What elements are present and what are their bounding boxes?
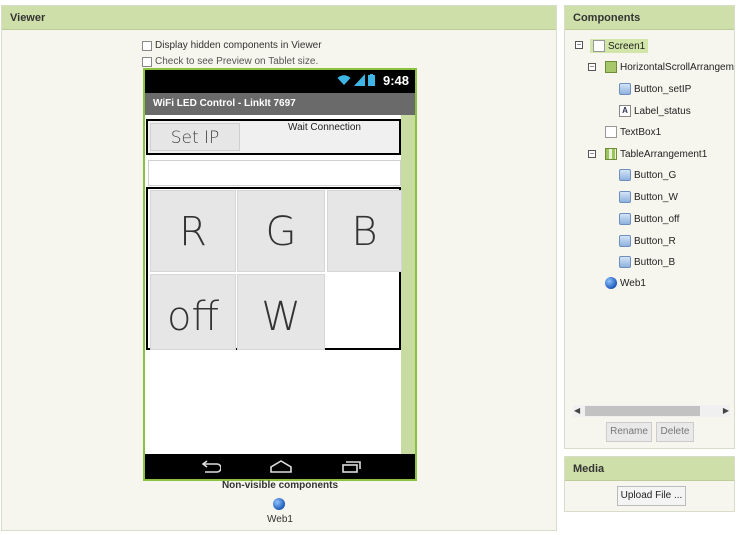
scrollbar-thumb[interactable] (585, 406, 700, 416)
tablet-preview-checkbox[interactable] (142, 56, 152, 67)
tree-item-button-g[interactable]: Button_G (619, 169, 676, 181)
button-w[interactable]: W (237, 274, 325, 350)
tree-item-horizontal-scroll-arrangement[interactable]: HorizontalScrollArrangem (605, 61, 734, 73)
tree-item-table-arrangement1[interactable]: TableArrangement1 (605, 148, 707, 160)
button-icon (619, 256, 631, 268)
recent-apps-icon (342, 461, 361, 473)
viewer-header: Viewer (2, 6, 556, 30)
hidden-components-checkbox[interactable] (142, 40, 152, 51)
tree-item-button-setip[interactable]: Button_setIP (619, 83, 691, 95)
tree-label: Label_status (634, 105, 691, 117)
tablet-preview-label: Check to see Preview on Tablet size. (155, 56, 319, 67)
signal-icon (354, 74, 365, 86)
label-icon: A (619, 105, 631, 117)
tree-label: Button_setIP (634, 83, 692, 95)
tree-label: Screen1 (608, 40, 646, 52)
nonvisible-item-web1: Web1 (267, 514, 293, 525)
tree-label: Button_B (634, 256, 676, 268)
tree-item-label-status[interactable]: A Label_status (619, 105, 691, 117)
collapse-table-toggle[interactable]: − (588, 150, 596, 158)
viewer-panel: Viewer Display hidden components in View… (1, 5, 557, 531)
status-label: Wait Connection (288, 122, 361, 133)
tree-label: TableArrangement1 (620, 148, 708, 160)
navigation-bar (145, 454, 415, 479)
tree-label: Button_off (634, 213, 680, 225)
screen-canvas: Set IP Wait Connection R G B off W (145, 115, 402, 454)
components-panel: Components − Screen1 − HorizontalScrollA… (564, 5, 735, 449)
delete-button[interactable]: Delete (656, 422, 694, 442)
components-horizontal-scrollbar[interactable]: ◀ ▶ (573, 405, 730, 417)
tree-label: Button_G (634, 169, 677, 181)
set-ip-button[interactable]: Set IP (150, 123, 240, 151)
tree-label: TextBox1 (620, 126, 662, 138)
media-panel: Media Upload File ... (564, 456, 735, 512)
tree-item-button-b[interactable]: Button_B (619, 256, 675, 268)
web-component-icon (273, 498, 285, 510)
hidden-components-option[interactable]: Display hidden components in Viewer (142, 40, 322, 51)
table-icon (605, 148, 617, 160)
screen-icon (593, 40, 605, 52)
media-header: Media (565, 457, 734, 481)
button-icon (619, 191, 631, 203)
collapse-hsa-toggle[interactable]: − (588, 63, 596, 71)
status-bar: 9:48 (145, 70, 415, 93)
upload-file-button[interactable]: Upload File ... (617, 486, 686, 506)
button-icon (619, 169, 631, 181)
status-icons (337, 74, 375, 86)
scroll-left-icon[interactable]: ◀ (574, 405, 580, 417)
app-title-bar: WiFi LED Control - LinkIt 7697 (145, 93, 415, 115)
button-icon (619, 213, 631, 225)
wifi-icon (337, 75, 351, 85)
tree-label: Button_W (634, 191, 678, 203)
tree-label: Button_R (634, 235, 676, 247)
arrangement-icon (605, 61, 617, 73)
tree-item-web1[interactable]: Web1 (605, 277, 646, 289)
phone-preview: 9:48 WiFi LED Control - LinkIt 7697 Set … (143, 68, 417, 481)
status-time: 9:48 (382, 73, 409, 88)
tablet-preview-option[interactable]: Check to see Preview on Tablet size. (142, 56, 318, 67)
textbox-input[interactable] (148, 160, 401, 186)
tree-item-textbox1[interactable]: TextBox1 (605, 126, 661, 138)
button-b[interactable]: B (327, 190, 402, 272)
button-icon (619, 83, 631, 95)
scroll-right-icon[interactable]: ▶ (723, 405, 729, 417)
home-icon (270, 460, 292, 473)
horizontal-scroll-arrangement[interactable]: Set IP Wait Connection (146, 119, 401, 155)
back-icon (201, 460, 221, 473)
tree-item-button-w[interactable]: Button_W (619, 191, 678, 203)
button-off[interactable]: off (150, 274, 236, 350)
table-arrangement[interactable]: R G B off W (146, 187, 402, 350)
screen-scroll-strip (401, 115, 415, 454)
collapse-screen1-toggle[interactable]: − (575, 41, 583, 49)
battery-icon (368, 74, 375, 86)
hidden-components-label: Display hidden components in Viewer (155, 40, 322, 51)
tree-label: HorizontalScrollArrangem (620, 61, 734, 73)
rename-button[interactable]: Rename (606, 422, 652, 442)
tree-item-button-r[interactable]: Button_R (619, 235, 676, 247)
tree-item-screen1[interactable]: Screen1 (590, 39, 649, 53)
button-g[interactable]: G (237, 190, 325, 272)
button-r[interactable]: R (150, 190, 236, 272)
button-icon (619, 235, 631, 247)
nonvisible-components-title: Non-visible components (221, 480, 339, 491)
components-header: Components (565, 6, 734, 30)
tree-item-button-off[interactable]: Button_off (619, 213, 679, 225)
tree-label: Web1 (620, 277, 646, 289)
textbox-icon (605, 126, 617, 138)
web-icon (605, 277, 617, 289)
